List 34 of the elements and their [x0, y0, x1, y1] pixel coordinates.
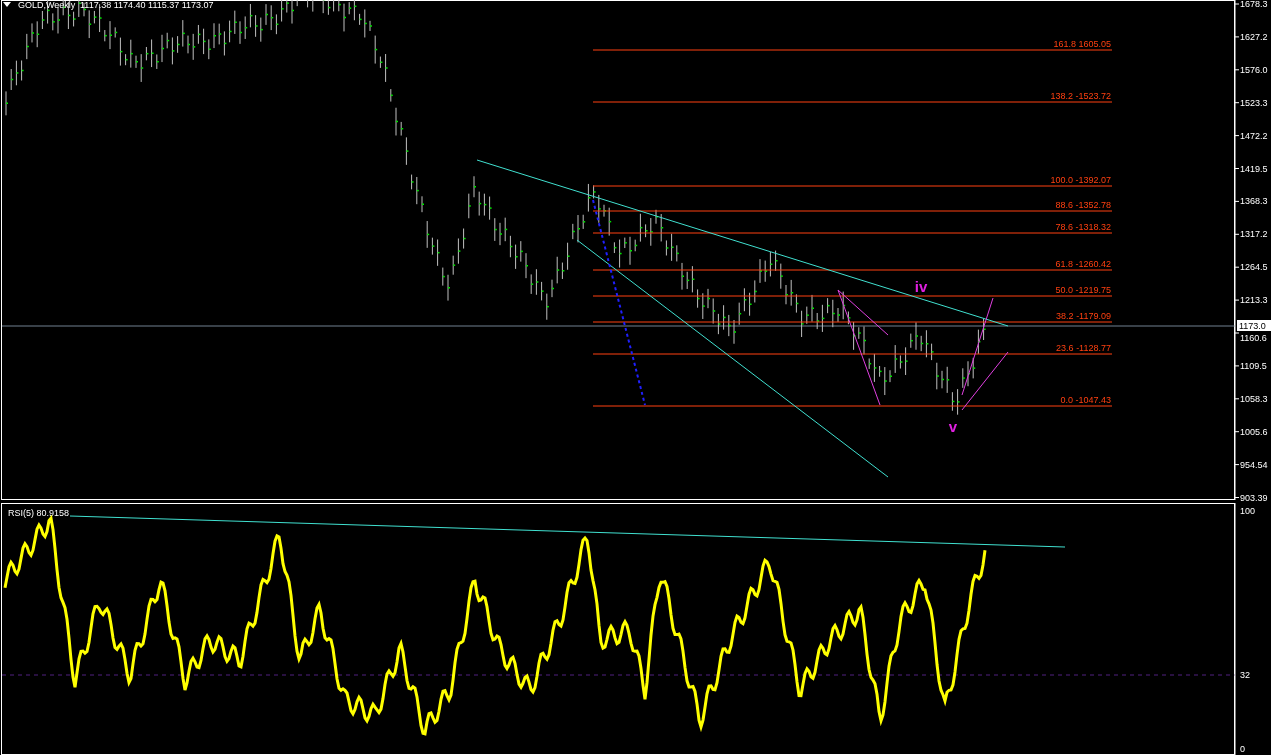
rsi-title: RSI(5) 80.9158	[8, 508, 70, 518]
fibonacci-label: 50.0 -1219.75	[1055, 285, 1111, 295]
fibonacci-label: 61.8 -1260.42	[1055, 259, 1111, 269]
rsi-axis-label: 32	[1240, 670, 1250, 680]
price-axis-label: 1109.5	[1240, 360, 1267, 371]
price-axis-label: 954.54	[1240, 459, 1268, 470]
price-axis-label: 1627.2	[1240, 31, 1268, 42]
price-axis-label: 1058.3	[1240, 393, 1268, 404]
fibonacci-label: 38.2 -1179.09	[1056, 311, 1111, 321]
price-axis-label: 1160.6	[1240, 333, 1267, 343]
fibonacci-label: 0.0 -1047.43	[1060, 395, 1111, 405]
wave-label: v	[948, 418, 958, 435]
fibonacci-label: 138.2 -1523.72	[1050, 91, 1111, 101]
wave-label: iv	[914, 278, 928, 295]
price-axis-label: 1419.5	[1240, 163, 1268, 174]
rsi-axis-label: 0	[1240, 744, 1245, 754]
dropdown-triangle-icon[interactable]	[3, 2, 11, 7]
price-axis-label: 1317.2	[1240, 229, 1268, 240]
fibonacci-label: 78.6 -1318.32	[1055, 222, 1111, 232]
price-axis-label: 1368.3	[1240, 196, 1268, 207]
price-axis-label: 1678.3	[1240, 0, 1268, 9]
fibonacci-label: 161.8 1605.05	[1053, 39, 1111, 49]
price-axis-label: 1576.0	[1240, 64, 1268, 75]
fibonacci-label: 23.6 -1128.77	[1056, 343, 1111, 353]
current-price-label: 1173.0	[1239, 321, 1266, 331]
fibonacci-label: 88.6 -1352.78	[1055, 200, 1111, 210]
price-axis-label: 903.39	[1240, 492, 1268, 503]
rsi-axis-label: 100	[1240, 506, 1256, 516]
price-axis-label: 1005.6	[1240, 426, 1268, 437]
fibonacci-label: 100.0 -1392.07	[1050, 175, 1111, 185]
price-axis-label: 1472.2	[1240, 130, 1268, 141]
price-axis-label: 1264.5	[1240, 262, 1268, 273]
price-axis-label: 1523.3	[1240, 97, 1268, 108]
price-axis-label: 1213.3	[1240, 295, 1268, 306]
